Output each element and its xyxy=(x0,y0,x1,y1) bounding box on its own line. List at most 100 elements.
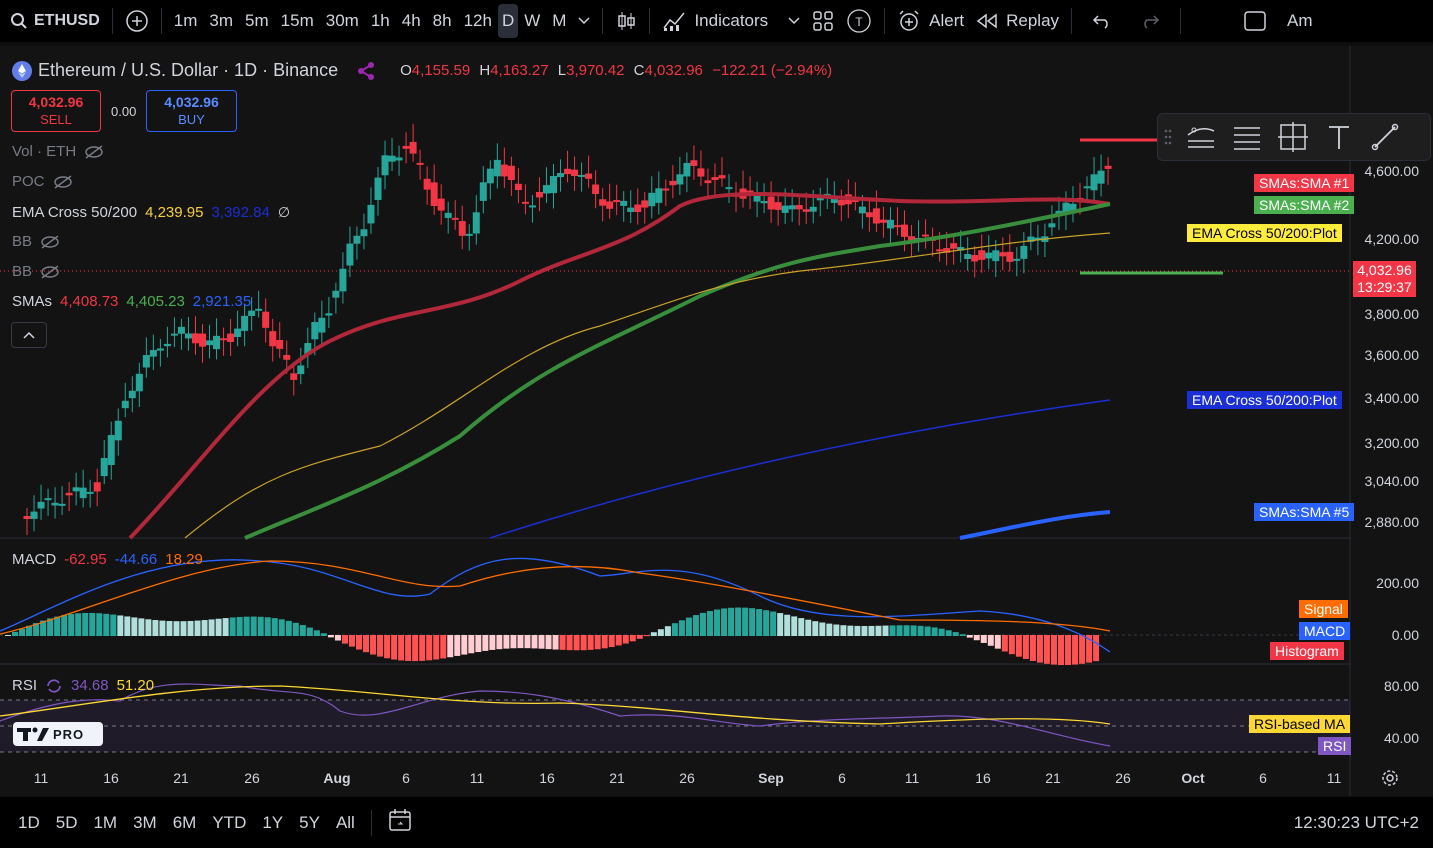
share-icon[interactable] xyxy=(356,61,376,81)
interval-1h[interactable]: 1h xyxy=(365,4,396,38)
interval-30m[interactable]: 30m xyxy=(320,4,365,38)
signal-tag: Signal xyxy=(1299,600,1348,618)
interval-8h[interactable]: 8h xyxy=(427,4,458,38)
interval-d[interactable]: D xyxy=(497,4,519,38)
redo-button[interactable] xyxy=(1126,4,1174,38)
candle-body xyxy=(402,145,410,149)
alert-button[interactable]: Alert xyxy=(891,4,970,38)
measure-tool-button[interactable] xyxy=(1270,117,1316,157)
range-1y[interactable]: 1Y xyxy=(254,813,291,833)
eye-hidden-icon[interactable] xyxy=(84,144,104,159)
templates-button[interactable]: T xyxy=(840,4,878,38)
legend-poc[interactable]: POC xyxy=(12,173,73,190)
sell-button[interactable]: 4,032.96 SELL xyxy=(11,90,101,132)
candle-body xyxy=(86,491,94,494)
range-ytd[interactable]: YTD xyxy=(204,813,254,833)
ema-cross-label: EMA Cross 50/200 xyxy=(12,204,138,221)
brush-tool-button[interactable] xyxy=(1362,117,1408,157)
layouts-button[interactable] xyxy=(806,4,840,38)
legend-bb-2[interactable]: BB xyxy=(12,263,60,280)
candle-body xyxy=(213,335,221,350)
range-1m[interactable]: 1M xyxy=(85,813,125,833)
text-tool-button[interactable] xyxy=(1316,117,1362,157)
clock[interactable]: 12:30:23 UTC+2 xyxy=(1294,813,1419,833)
legend-ema-cross[interactable]: EMA Cross 50/200 4,239.95 3,392.84 ∅ xyxy=(12,204,290,221)
macd-histogram-bar xyxy=(341,635,348,644)
interval-4h[interactable]: 4h xyxy=(396,4,427,38)
range-6m[interactable]: 6M xyxy=(165,813,205,833)
account-button-truncated[interactable]: Am xyxy=(1273,4,1319,38)
candle-body xyxy=(177,326,185,334)
drag-handle[interactable] xyxy=(1158,128,1178,146)
macd-histogram-bar xyxy=(833,624,840,636)
range-all[interactable]: All xyxy=(328,813,363,833)
interval-w[interactable]: W xyxy=(518,4,546,38)
candle-body xyxy=(156,348,164,351)
macd-histogram-bar xyxy=(166,621,173,636)
candle-type-button[interactable] xyxy=(609,4,643,38)
replay-button[interactable]: Replay xyxy=(970,4,1065,38)
interval-12h[interactable]: 12h xyxy=(458,4,498,38)
interval-5m[interactable]: 5m xyxy=(239,4,275,38)
macd-histogram-bar xyxy=(180,621,187,636)
macd-histogram-bar xyxy=(559,635,566,650)
candle-body xyxy=(409,141,417,154)
macd-histogram-bar xyxy=(882,625,889,636)
eye-hidden-icon[interactable] xyxy=(53,174,73,189)
date-label: 6 xyxy=(402,770,410,786)
calendar-icon xyxy=(389,809,411,831)
interval-1m[interactable]: 1m xyxy=(168,4,204,38)
legend-rsi[interactable]: RSI 34.68 51.20 xyxy=(12,677,154,694)
macd-histogram-bar xyxy=(306,627,313,636)
square-icon xyxy=(1244,11,1266,31)
interval-m[interactable]: M xyxy=(546,4,572,38)
range-5y[interactable]: 5Y xyxy=(291,813,328,833)
macd-histogram-bar xyxy=(124,616,131,636)
legend-bb-1[interactable]: BB xyxy=(12,233,60,250)
legend-macd[interactable]: MACD -62.95 -44.66 18.29 xyxy=(12,551,203,568)
candle-body xyxy=(500,164,508,177)
bar-countdown: 13:29:37 xyxy=(1357,279,1412,295)
legend-volume[interactable]: Vol · ETH xyxy=(12,143,104,160)
date-label: 26 xyxy=(679,770,695,786)
tradingview-logo[interactable]: PRO xyxy=(13,722,103,746)
interval-dropdown[interactable] xyxy=(572,4,596,38)
volume-label: Vol · ETH xyxy=(12,143,77,160)
macd-histogram-bar xyxy=(503,635,510,649)
interval-3m[interactable]: 3m xyxy=(203,4,239,38)
macd-histogram-bar xyxy=(320,633,327,636)
chart-title: Ethereum / U.S. Dollar · 1D · Binance xyxy=(38,60,339,80)
buy-button[interactable]: 4,032.96 BUY xyxy=(146,90,237,132)
candle-body xyxy=(486,168,494,184)
indicators-button[interactable]: Indicators xyxy=(656,4,806,38)
eye-hidden-icon[interactable] xyxy=(40,264,60,279)
buy-label: BUY xyxy=(178,112,205,127)
fib-tool-button[interactable] xyxy=(1224,117,1270,157)
trend-tool-button[interactable] xyxy=(1178,117,1224,157)
go-to-date-button[interactable] xyxy=(380,807,422,838)
candle-body xyxy=(788,205,796,210)
candle-body xyxy=(107,435,115,465)
date-label: 16 xyxy=(103,770,119,786)
macd-histogram-bar xyxy=(728,607,735,636)
fullscreen-button[interactable] xyxy=(1237,4,1273,38)
chart-area[interactable]: Ethereum / U.S. Dollar · 1D · Binance O4… xyxy=(0,46,1433,796)
candle-body xyxy=(121,400,129,409)
candle-body xyxy=(964,254,972,259)
legend-smas[interactable]: SMAs 4,408.73 4,405.23 2,921.35 xyxy=(12,293,251,310)
interval-15m[interactable]: 15m xyxy=(275,4,320,38)
compare-button[interactable] xyxy=(119,4,155,38)
collapse-legend-button[interactable] xyxy=(11,322,47,348)
range-3m[interactable]: 3M xyxy=(125,813,165,833)
axis-settings-button[interactable] xyxy=(1380,768,1400,793)
range-5d[interactable]: 5D xyxy=(48,813,86,833)
eye-hidden-icon[interactable] xyxy=(40,234,60,249)
macd-histogram-bar xyxy=(1050,635,1057,665)
undo-button[interactable] xyxy=(1078,4,1126,38)
candle-body xyxy=(37,501,45,509)
macd-histogram-bar xyxy=(777,613,784,636)
range-1d[interactable]: 1D xyxy=(10,813,48,833)
macd-histogram-bar xyxy=(334,635,341,641)
symbol-search[interactable]: ETHUSD xyxy=(0,4,106,38)
candle-body xyxy=(339,268,347,292)
